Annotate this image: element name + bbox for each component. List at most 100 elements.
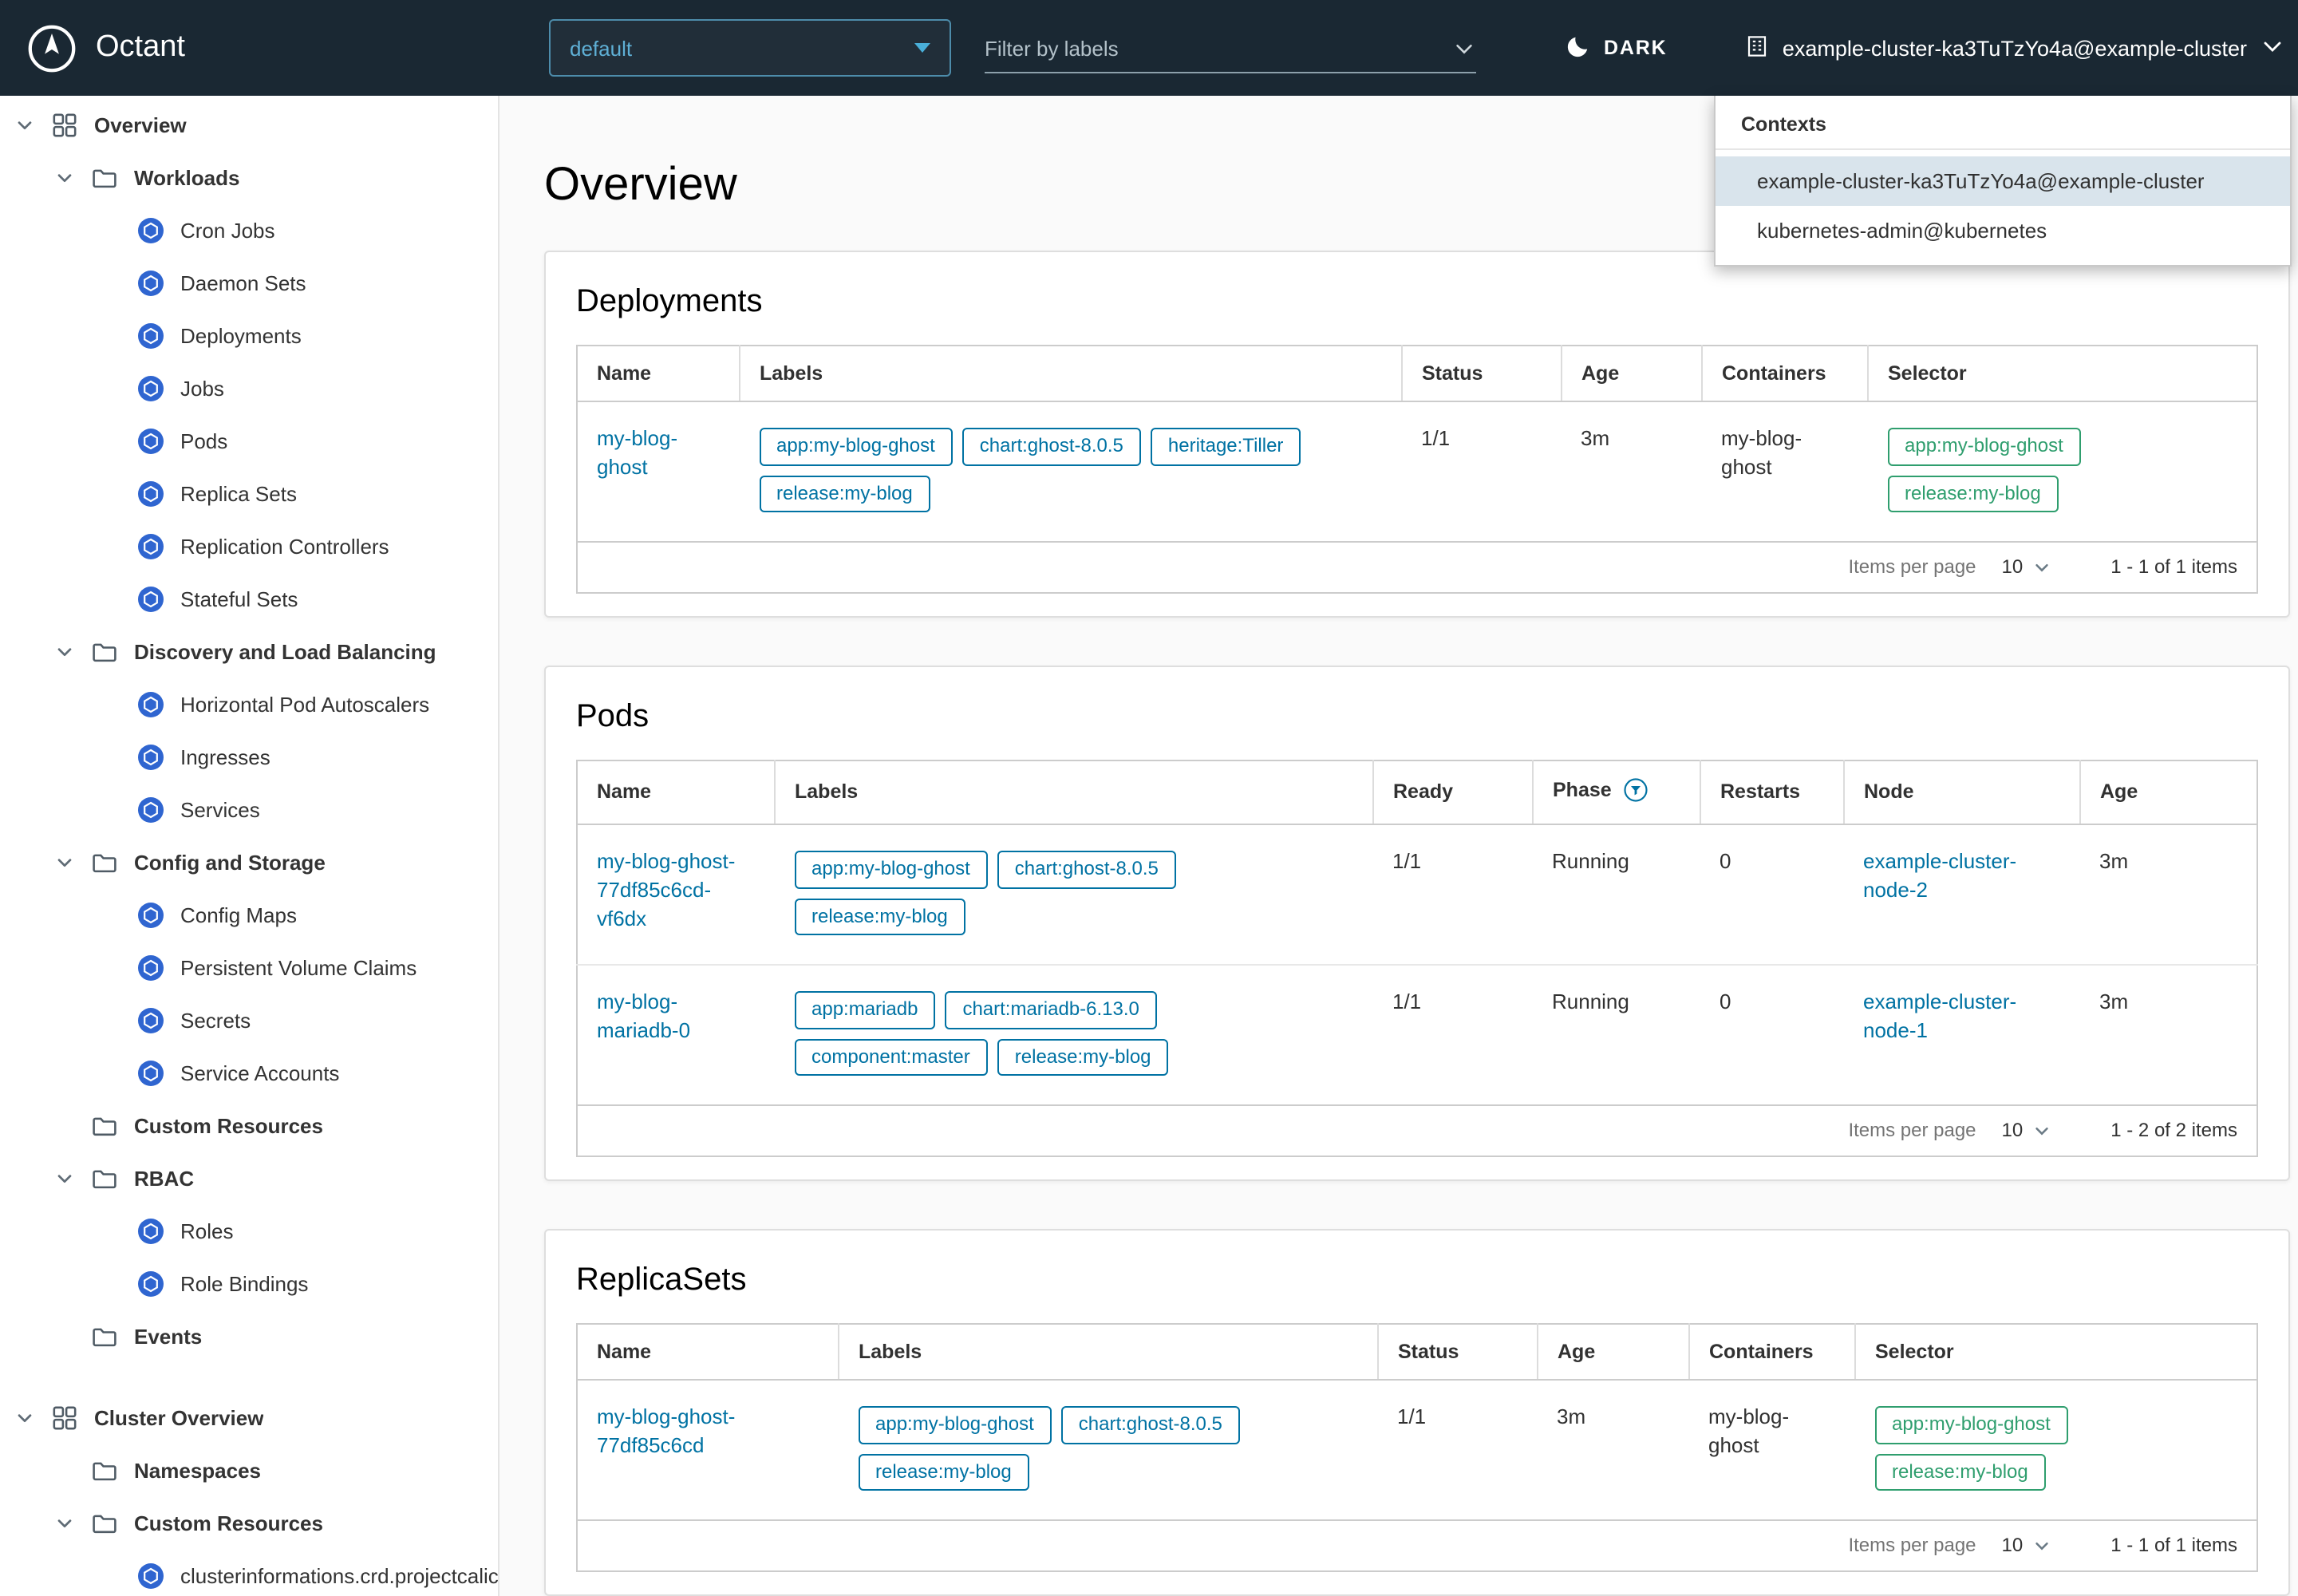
sidebar-item-config-maps[interactable]: Config Maps: [0, 889, 498, 942]
label-badge[interactable]: heritage:Tiller: [1151, 428, 1301, 465]
selector-badge[interactable]: release:my-blog: [1887, 475, 2059, 512]
cell-link: my-blog-mariadb-0: [577, 965, 775, 1105]
sidebar-item-overview[interactable]: Overview: [0, 99, 498, 152]
sidebar-item-custom-resources[interactable]: Custom Resources: [0, 1497, 498, 1550]
sidebar-item-replication-controllers[interactable]: Replication Controllers: [0, 520, 498, 573]
sidebar-item-stateful-sets[interactable]: Stateful Sets: [0, 573, 498, 626]
sidebar-item-config-and-storage[interactable]: Config and Storage: [0, 836, 498, 889]
resource-link[interactable]: my-blog-ghost-77df85c6cd-vf6dx: [597, 849, 735, 931]
selector-badge[interactable]: app:my-blog-ghost: [1874, 1406, 2068, 1444]
building-icon: [1744, 33, 1770, 63]
filter-input[interactable]: [985, 37, 1452, 61]
sidebar-item-rbac[interactable]: RBAC: [0, 1152, 498, 1205]
sidebar-item-role-bindings[interactable]: Role Bindings: [0, 1258, 498, 1310]
context-button[interactable]: example-cluster-ka3TuTzYo4a@example-clus…: [1744, 0, 2285, 96]
label-badge[interactable]: chart:mariadb-6.13.0: [945, 991, 1156, 1029]
label-badge[interactable]: release:my-blog: [997, 1039, 1169, 1077]
cell-text: Running: [1533, 965, 1700, 1105]
cell-text: my-blog-ghost: [1702, 401, 1868, 542]
label-badge[interactable]: component:master: [794, 1039, 988, 1077]
sidebar-item-service-accounts[interactable]: Service Accounts: [0, 1047, 498, 1100]
sidebar-item-clusterinformations-crd-projectcalico-org[interactable]: clusterinformations.crd.projectcalico.or…: [0, 1550, 498, 1596]
chevron-down-icon[interactable]: [16, 1409, 51, 1427]
resource-link[interactable]: my-blog-ghost: [597, 426, 677, 479]
label-badge[interactable]: chart:ghost-8.0.5: [962, 428, 1141, 465]
sidebar-item-horizontal-pod-autoscalers[interactable]: Horizontal Pod Autoscalers: [0, 678, 498, 731]
deployments-icon: [137, 322, 164, 350]
label-badge[interactable]: chart:ghost-8.0.5: [1061, 1406, 1240, 1444]
sidebar-item-namespaces[interactable]: Namespaces: [0, 1444, 498, 1497]
selector-badge[interactable]: release:my-blog: [1874, 1454, 2046, 1491]
table-row: my-blog-ghost-77df85c6cd app:my-blog-ghos…: [577, 1380, 2257, 1520]
label-badge[interactable]: chart:ghost-8.0.5: [997, 851, 1176, 888]
chevron-down-icon[interactable]: [56, 643, 91, 661]
config-maps-icon: [137, 902, 164, 929]
deployments-card: Deployments NameLabelsStatusAgeContainer…: [544, 251, 2290, 618]
sidebar-item-daemon-sets[interactable]: Daemon Sets: [0, 257, 498, 310]
cell-value: 3m: [2099, 849, 2128, 873]
sidebar-item-discovery-and-load-balancing[interactable]: Discovery and Load Balancing: [0, 626, 498, 678]
page-size-select[interactable]: 10: [2002, 1533, 2051, 1560]
label-badge[interactable]: app:mariadb: [794, 991, 935, 1029]
resource-link[interactable]: example-cluster-node-1: [1863, 990, 2016, 1042]
page-size-select[interactable]: 10: [2002, 1118, 2051, 1145]
sidebar-item-ingresses[interactable]: Ingresses: [0, 731, 498, 784]
sidebar-item-pods[interactable]: Pods: [0, 415, 498, 468]
sidebar-item-jobs[interactable]: Jobs: [0, 362, 498, 415]
sidebar-item-persistent-volume-claims[interactable]: Persistent Volume Claims: [0, 942, 498, 994]
column-header-labels: Labels: [775, 760, 1373, 824]
resource-link[interactable]: example-cluster-node-2: [1863, 849, 2016, 902]
resource-link[interactable]: my-blog-ghost-77df85c6cd: [597, 1404, 735, 1457]
pagination-range: 1 - 1 of 1 items: [2110, 554, 2237, 581]
stateful-sets-icon: [137, 586, 164, 613]
namespace-select[interactable]: default: [549, 19, 951, 77]
label-badge[interactable]: release:my-blog: [759, 475, 930, 512]
cron-jobs-icon: [137, 217, 164, 244]
sidebar-item-events[interactable]: Events: [0, 1310, 498, 1363]
chevron-down-icon[interactable]: [1452, 37, 1476, 61]
sidebar-item-secrets[interactable]: Secrets: [0, 994, 498, 1047]
column-header-name: Name: [577, 346, 740, 401]
page-size-select[interactable]: 10: [2002, 554, 2051, 581]
chevron-down-icon[interactable]: [56, 854, 91, 871]
label-badge[interactable]: app:my-blog-ghost: [794, 851, 988, 888]
filter-icon[interactable]: [1623, 777, 1648, 808]
sidebar-item-label: Jobs: [180, 377, 224, 401]
label-badge[interactable]: release:my-blog: [858, 1454, 1029, 1491]
pagination-range: 1 - 2 of 2 items: [2110, 1118, 2237, 1145]
cell-text: my-blog-ghost: [1689, 1380, 1855, 1520]
sidebar: OverviewWorkloadsCron JobsDaemon SetsDep…: [0, 96, 499, 1596]
context-menu: Contexts example-cluster-ka3TuTzYo4a@exa…: [1714, 96, 2292, 267]
sidebar-item-replica-sets[interactable]: Replica Sets: [0, 468, 498, 520]
label-badge[interactable]: app:my-blog-ghost: [759, 428, 953, 465]
persistent-volume-claims-icon: [137, 954, 164, 982]
column-header-labels: Labels: [839, 1324, 1378, 1380]
chevron-down-icon[interactable]: [16, 117, 51, 134]
sidebar-item-workloads[interactable]: Workloads: [0, 152, 498, 204]
column-header-labels: Labels: [740, 346, 1402, 401]
cell-text: 0: [1700, 965, 1844, 1105]
sidebar-item-label: Ingresses: [180, 745, 270, 769]
label-badge[interactable]: release:my-blog: [794, 898, 965, 935]
chevron-down-icon[interactable]: [56, 1515, 91, 1532]
column-header-status: Status: [1402, 346, 1562, 401]
theme-toggle[interactable]: DARK: [1566, 0, 1667, 96]
sidebar-item-deployments[interactable]: Deployments: [0, 310, 498, 362]
resource-link[interactable]: my-blog-mariadb-0: [597, 990, 690, 1042]
sidebar-item-cron-jobs[interactable]: Cron Jobs: [0, 204, 498, 257]
cell-value: 3m: [1581, 426, 1609, 450]
selector-badge[interactable]: app:my-blog-ghost: [1887, 428, 2081, 465]
items-per-page-label: Items per page: [1848, 554, 1976, 581]
chevron-down-icon[interactable]: [56, 1170, 91, 1187]
context-menu-item[interactable]: example-cluster-ka3TuTzYo4a@example-clus…: [1716, 156, 2290, 206]
sidebar-item-custom-resources[interactable]: Custom Resources: [0, 1100, 498, 1152]
sidebar-item-roles[interactable]: Roles: [0, 1205, 498, 1258]
pagination: Items per page101 - 2 of 2 items: [597, 1118, 2237, 1145]
sidebar-item-services[interactable]: Services: [0, 784, 498, 836]
sidebar-item-cluster-overview[interactable]: Cluster Overview: [0, 1392, 498, 1444]
chevron-down-icon[interactable]: [56, 169, 91, 187]
sidebar-item-label: Cluster Overview: [94, 1406, 263, 1430]
context-menu-item[interactable]: kubernetes-admin@kubernetes: [1716, 206, 2290, 255]
label-badge[interactable]: app:my-blog-ghost: [858, 1406, 1052, 1444]
column-header-label: Selector: [1888, 362, 1967, 385]
